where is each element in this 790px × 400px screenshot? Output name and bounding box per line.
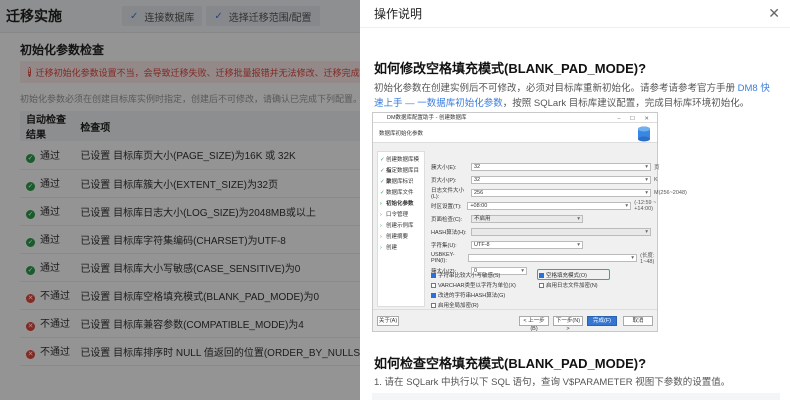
checkbox-icon — [431, 302, 436, 308]
modify-paragraph: 初始化参数在创建实例后不可修改，必须对目标库重新初始化。请参考请参考官方手册 D… — [374, 83, 770, 109]
check-paragraph: 1. 请在 SQLark 中执行以下 SQL 语句，查询 V$PARAMETER… — [374, 377, 731, 388]
dialog-field-label: 页大小(P): — [431, 178, 457, 184]
next-button[interactable]: 下一步(N) > — [553, 316, 583, 332]
dialog-field-input[interactable]: UTF-8 ▾ — [471, 241, 583, 249]
blank-pad-highlight — [537, 269, 610, 280]
chevron-down-icon: ▾ — [521, 268, 524, 274]
dialog-checkbox[interactable]: 改进的字符串HASH算法(G) — [431, 291, 505, 299]
dialog-field-input[interactable]: 32 ▾ — [471, 163, 651, 171]
chevron-down-icon: ▾ — [625, 203, 629, 209]
dialog-footer: 关于(A) < 上一步(B) 下一步(N) > 完成(F) 取消 — [373, 309, 657, 332]
check-icon: ✓ — [380, 157, 385, 163]
dialog-field-row: 页面检查(C): 不启用 ▾ — [431, 215, 586, 223]
dialog-field-label: HASH算法(H): — [431, 230, 467, 236]
dialog-field-suffix: (长度: 1~48) — [640, 253, 655, 265]
dialog-field-suffix: K — [654, 177, 658, 183]
dialog-checkbox[interactable]: 字符串比较大小写敏感(S) — [431, 271, 500, 279]
dialog-field-row: 页大小(P): 32 ▾ K — [431, 176, 658, 184]
close-icon[interactable]: ✕ — [768, 5, 780, 22]
check-icon: ✓ — [380, 190, 385, 196]
prev-button[interactable]: < 上一步(B) — [519, 316, 549, 332]
checkbox-icon — [539, 282, 544, 288]
check-icon: ✓ — [380, 168, 385, 174]
dialog-field-row: HASH算法(H): ▾ — [431, 228, 654, 236]
chevron-down-icon: ▾ — [645, 190, 648, 196]
dialog-nav-item: ✓ 数据库标识 — [378, 177, 424, 188]
arrow-right-icon: › — [380, 201, 382, 207]
dialog-field-label: 日志文件大小(L): — [431, 188, 465, 200]
about-button[interactable]: 关于(A) — [377, 316, 399, 326]
dialog-field-input[interactable]: 不启用 ▾ — [471, 215, 583, 223]
dialog-nav-item: › 创建示例库 — [378, 221, 424, 232]
dialog-subtitle: 数据库初始化参数 — [373, 123, 657, 143]
heading-modify: 如何修改空格填充模式(BLANK_PAD_MODE)? — [374, 61, 647, 76]
modal-mask[interactable] — [0, 0, 360, 400]
dialog-field-input[interactable]: 32 ▾ — [471, 176, 651, 184]
dialog-field-label: 字符集(U): — [431, 243, 457, 249]
dialog-checkbox[interactable]: VARCHAR类型以字符为单位(X) — [431, 281, 516, 289]
dialog-nav-item: › 初始化参数 — [378, 199, 424, 210]
chevron-down-icon: ▾ — [645, 164, 648, 170]
dialog-field-suffix: (-12:59 ~ +14:00) — [634, 200, 657, 212]
dialog-field-input[interactable]: ▾ — [471, 228, 651, 236]
arrow-right-icon: › — [380, 223, 382, 229]
dialog-nav-item: ✓ 指定数据库目录 — [380, 168, 420, 185]
dialog-form: 簇大小(E): 32 ▾ 页页大小(P): 32 ▾ K 日志文件大小(L): 256 ▾ M(25… — [429, 151, 687, 309]
cancel-button[interactable]: 取消 — [623, 316, 653, 326]
dialog-field-label: 时区设置(T): — [431, 204, 462, 210]
check-icon: ✓ — [380, 179, 385, 185]
dialog-field-suffix: M(256~2048) — [654, 190, 687, 196]
dialog-field-input[interactable]: +08:00 ▾ — [467, 202, 632, 210]
chevron-down-icon: ▾ — [577, 216, 580, 222]
dialog-field-label: 簇大小(E): — [431, 165, 457, 171]
dialog-field-label: USBKEY-PIN(I): — [431, 252, 455, 264]
drawer-title: 操作说明 — [374, 7, 423, 21]
dialog-nav-item: › 口令管理 — [378, 210, 424, 221]
sql-code-block — [372, 393, 780, 400]
arrow-right-icon: › — [380, 212, 382, 218]
checkbox-icon — [431, 282, 436, 288]
heading-check: 如何检查空格填充模式(BLANK_PAD_MODE)? — [374, 356, 647, 371]
dialog-field-row: USBKEY-PIN(I): ▾ (长度: 1~48) — [431, 252, 668, 265]
dialog-checkbox[interactable]: 启用全局加密(R) — [431, 301, 479, 309]
dialog-field-row: 字符集(U): UTF-8 ▾ — [431, 241, 586, 249]
dialog-nav-item: › 创建摘要 — [378, 232, 424, 243]
dialog-checkbox[interactable]: 启用日志文件加密(N) — [539, 281, 598, 289]
dialog-nav-item: ✓ 创建数据库模板 — [380, 157, 420, 174]
dialog-field-input[interactable]: ▾ — [468, 254, 638, 262]
dialog-field-row: 时区设置(T): +08:00 ▾ (-12:59 ~ +14:00) — [431, 200, 673, 212]
dm-config-dialog-screenshot: DM数据库配置助手 - 创建数据库 – ☐ ✕ 数据库初始化参数 ✓ 创建数据库模板… — [372, 112, 687, 332]
checkbox-icon — [431, 272, 436, 278]
dialog-field-row: 日志文件大小(L): 256 ▾ M(256~2048) — [431, 188, 687, 200]
chevron-down-icon: ▾ — [645, 229, 648, 235]
dialog-field-suffix: 页 — [654, 165, 660, 171]
database-icon — [638, 126, 650, 142]
dialog-field-row: 簇大小(E): 32 ▾ 页 — [431, 163, 660, 171]
arrow-right-icon: › — [380, 234, 382, 240]
drawer-header: 操作说明 ✕ — [360, 0, 790, 28]
arrow-right-icon: › — [380, 245, 382, 251]
chevron-down-icon: ▾ — [645, 177, 648, 183]
dialog-nav-item: › 创建 — [378, 243, 424, 254]
window-controls-icon: – ☐ ✕ — [617, 116, 653, 122]
dialog-titlebar: DM数据库配置助手 - 创建数据库 – ☐ ✕ — [373, 113, 657, 123]
dialog-nav-item: ✓ 数据库文件 — [378, 188, 424, 199]
dialog-field-label: 页面检查(C): — [431, 217, 463, 223]
chevron-down-icon: ▾ — [631, 255, 635, 261]
finish-button[interactable]: 完成(F) — [587, 316, 617, 326]
checkbox-icon — [431, 292, 436, 298]
dialog-field-input[interactable]: 256 ▾ — [471, 189, 651, 197]
dialog-steps-nav: ✓ 创建数据库模板 ✓ 指定数据库目录 ✓ 数据库标识 ✓ 数据库文件 › 初始化参数 › 口令管理 ›… — [377, 151, 425, 307]
chevron-down-icon: ▾ — [577, 242, 580, 248]
